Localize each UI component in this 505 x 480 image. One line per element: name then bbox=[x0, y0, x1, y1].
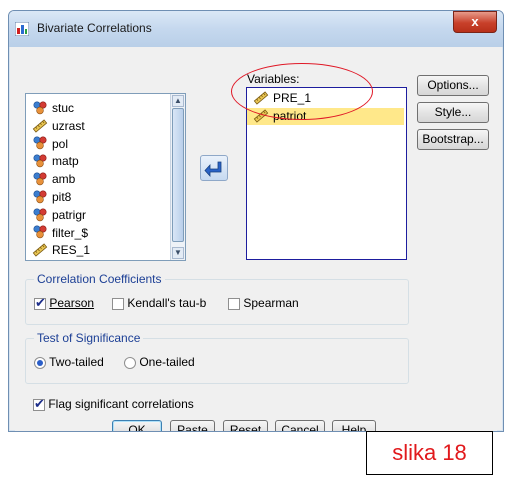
flag-significant-checkbox[interactable] bbox=[33, 396, 45, 412]
spearman-checkbox[interactable] bbox=[228, 297, 240, 310]
flag-significant-label: Flag significant correlations bbox=[48, 397, 194, 411]
flag-significant-option[interactable]: Flag significant correlations bbox=[33, 396, 194, 412]
source-variable-label: RES_1 bbox=[52, 243, 91, 258]
source-variable-item[interactable]: pol bbox=[32, 136, 68, 151]
one-tailed-label: One-tailed bbox=[139, 355, 195, 369]
source-variable-item[interactable]: RES_1 bbox=[32, 242, 90, 257]
correlation-coefficients-title: Correlation Coefficients bbox=[34, 272, 165, 286]
test-of-significance-title: Test of Significance bbox=[34, 331, 144, 345]
pearson-checkbox[interactable] bbox=[34, 295, 46, 311]
two-tailed-radio[interactable] bbox=[34, 356, 46, 369]
close-button[interactable]: x bbox=[453, 11, 497, 33]
one-tailed-radio[interactable] bbox=[124, 356, 136, 369]
source-variable-label: pol bbox=[52, 136, 69, 151]
pearson-label: Pearson bbox=[49, 296, 95, 310]
reset-button[interactable]: Reset bbox=[223, 420, 268, 431]
nominal-variable-icon bbox=[33, 225, 47, 239]
move-arrow-icon bbox=[204, 161, 222, 178]
title-bar: Bivariate Correlations x bbox=[9, 11, 503, 47]
kendall-label: Kendall's tau-b bbox=[127, 296, 207, 310]
source-variable-label: stuc bbox=[52, 100, 75, 115]
nominal-variable-icon bbox=[33, 154, 47, 168]
source-list-scrollbar[interactable]: ▲ ▼ bbox=[170, 94, 185, 260]
spearman-option[interactable]: Spearman bbox=[228, 296, 299, 310]
scroll-thumb[interactable] bbox=[172, 108, 184, 242]
style-button[interactable]: Style... bbox=[417, 102, 489, 123]
scroll-up-arrow[interactable]: ▲ bbox=[172, 95, 184, 107]
correlation-coefficients-group: Correlation Coefficients Pearson Kendall… bbox=[25, 272, 409, 325]
nominal-variable-icon bbox=[33, 136, 47, 150]
two-tailed-label: Two-tailed bbox=[49, 355, 104, 369]
close-icon: x bbox=[471, 14, 479, 29]
options-button[interactable]: Options... bbox=[417, 75, 489, 96]
scale-variable-icon bbox=[32, 243, 48, 257]
source-variable-item[interactable]: patrigr bbox=[32, 207, 86, 222]
source-variable-list[interactable]: stuc uzrast pol matp amb pit8 patrigr filter_$ R… bbox=[25, 93, 186, 261]
test-of-significance-group: Test of Significance Two-tailed One-tail… bbox=[25, 331, 409, 384]
nominal-variable-icon bbox=[33, 208, 47, 221]
nominal-variable-icon bbox=[33, 172, 47, 186]
spss-app-icon bbox=[15, 22, 29, 36]
move-variable-button[interactable] bbox=[200, 155, 228, 181]
nominal-variable-icon bbox=[33, 190, 47, 204]
source-variable-item[interactable]: matp bbox=[32, 153, 79, 168]
annotation-ellipse bbox=[231, 63, 373, 120]
pearson-option[interactable]: Pearson bbox=[34, 295, 95, 311]
source-variable-item[interactable]: filter_$ bbox=[32, 225, 88, 240]
slika-label: slika 18 bbox=[366, 431, 493, 475]
source-variable-label: uzrast bbox=[52, 118, 85, 133]
source-variable-label: filter_$ bbox=[52, 225, 89, 240]
two-tailed-option[interactable]: Two-tailed bbox=[34, 355, 104, 369]
cancel-button[interactable]: Cancel bbox=[275, 420, 325, 431]
scale-variable-icon bbox=[32, 119, 48, 133]
ok-button[interactable]: OK bbox=[112, 420, 162, 431]
kendall-checkbox[interactable] bbox=[112, 297, 124, 310]
source-variable-label: patrigr bbox=[52, 207, 87, 222]
source-variable-item[interactable]: pit8 bbox=[32, 189, 71, 204]
source-variable-label: matp bbox=[52, 154, 79, 169]
scroll-down-arrow[interactable]: ▼ bbox=[172, 247, 184, 259]
paste-button[interactable]: Paste bbox=[170, 420, 215, 431]
window-title: Bivariate Correlations bbox=[37, 21, 152, 35]
source-variable-item[interactable]: amb bbox=[32, 171, 75, 186]
source-variable-item[interactable]: stuc bbox=[32, 100, 74, 115]
source-variable-label: amb bbox=[52, 172, 76, 187]
spearman-label: Spearman bbox=[243, 296, 299, 310]
one-tailed-option[interactable]: One-tailed bbox=[124, 355, 195, 369]
source-variable-label: pit8 bbox=[52, 189, 72, 204]
source-variable-item[interactable]: uzrast bbox=[32, 118, 85, 133]
kendall-option[interactable]: Kendall's tau-b bbox=[112, 296, 206, 310]
bootstrap-button[interactable]: Bootstrap... bbox=[417, 129, 489, 150]
nominal-variable-icon bbox=[33, 101, 47, 115]
